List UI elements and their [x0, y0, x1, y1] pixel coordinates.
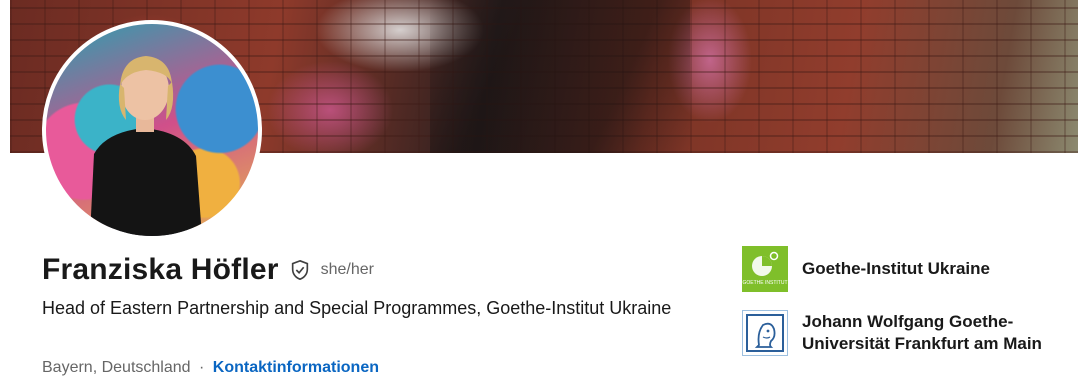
location-text: Bayern, Deutschland	[42, 359, 191, 376]
org-name: Goethe-Institut Ukraine	[802, 259, 990, 278]
profile-headline: Head of Eastern Partnership and Special …	[42, 298, 672, 318]
goethe-university-logo	[742, 310, 788, 356]
profile-avatar[interactable]	[42, 20, 262, 240]
person-photo	[90, 56, 202, 236]
profile-name: Franziska Höfler	[42, 253, 279, 286]
pronouns: she/her	[320, 261, 374, 278]
name-row: Franziska Höfler she/her	[42, 250, 374, 290]
org-name: Johann Wolfgang Goethe-Universität Frank…	[802, 312, 1042, 353]
separator-dot: ·	[198, 359, 205, 376]
org-goethe-university[interactable]: Johann Wolfgang Goethe-Universität Frank…	[742, 310, 1072, 356]
location-row: Bayern, Deutschland · Kontaktinformation…	[42, 359, 379, 377]
organizations-list: GOETHE INSTITUT Goethe-Institut Ukraine …	[742, 246, 1072, 374]
svg-text:GOETHE INSTITUT: GOETHE INSTITUT	[743, 280, 788, 286]
org-goethe-institut[interactable]: GOETHE INSTITUT Goethe-Institut Ukraine	[742, 246, 1072, 292]
goethe-institut-logo: GOETHE INSTITUT	[742, 246, 788, 292]
banner-shadow	[430, 0, 690, 153]
shield-check-icon[interactable]	[289, 259, 311, 281]
contact-info-link[interactable]: Kontaktinformationen	[213, 359, 379, 376]
